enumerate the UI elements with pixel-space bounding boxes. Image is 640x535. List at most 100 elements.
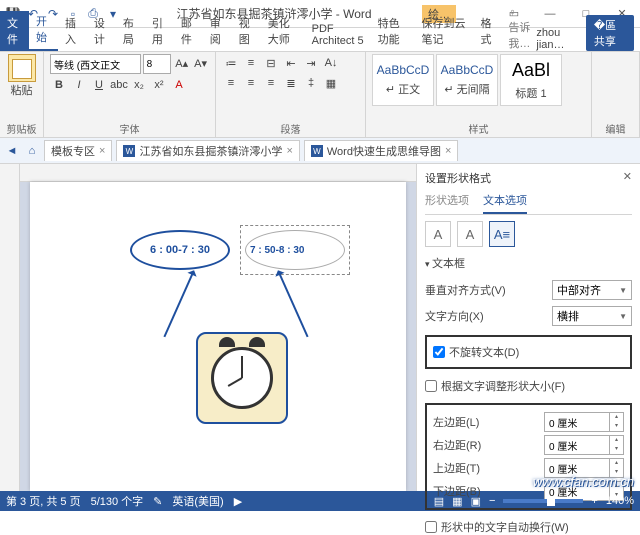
tab-view[interactable]: 视图: [232, 11, 261, 51]
indent-inc-icon[interactable]: ⇥: [302, 54, 320, 72]
italic-icon[interactable]: I: [70, 76, 88, 94]
vertical-ruler[interactable]: [0, 164, 20, 491]
autofit-checkbox[interactable]: 根据文字调整形状大小(F): [425, 378, 632, 394]
tab-review[interactable]: 审阅: [203, 11, 232, 51]
minimize-icon[interactable]: —: [532, 0, 568, 28]
shape-bubble-1[interactable]: 6 : 00-7 : 30: [130, 230, 230, 270]
textbox-icon[interactable]: A≡: [489, 221, 515, 247]
status-pages[interactable]: 第 3 页, 共 5 页: [6, 493, 81, 509]
shape-bubble-2-selected[interactable]: 7 : 50-8 : 30: [245, 230, 345, 270]
zoom-slider[interactable]: [503, 499, 583, 503]
group-styles: AaBbCcD↵ 正文 AaBbCcD↵ 无间隔 AaBl标题 1 样式: [366, 52, 592, 138]
valign-select[interactable]: 中部对齐▼: [552, 280, 632, 300]
doctab-school[interactable]: W江苏省如东县掘茶镇浒澪小学×: [116, 140, 299, 161]
paste-button[interactable]: 粘贴: [6, 54, 37, 98]
status-macro-icon[interactable]: ▶: [234, 495, 242, 508]
group-clipboard: 粘贴 剪贴板: [0, 52, 44, 138]
strike-icon[interactable]: abc: [110, 76, 128, 94]
text-effects-icon[interactable]: A: [457, 221, 483, 247]
tab-design[interactable]: 设计: [87, 11, 116, 51]
page[interactable]: 6 : 00-7 : 30 7 : 50-8 : 30: [30, 182, 406, 491]
close-icon[interactable]: ×: [445, 145, 451, 157]
zoom-level[interactable]: 140%: [606, 495, 634, 507]
align-left-icon[interactable]: ≡: [222, 74, 240, 92]
font-size-combo[interactable]: 8: [143, 54, 172, 74]
indent-dec-icon[interactable]: ⇤: [282, 54, 300, 72]
numbering-icon[interactable]: ≡: [242, 54, 260, 72]
horizontal-ruler[interactable]: [20, 164, 416, 182]
sup-icon[interactable]: x²: [150, 76, 168, 94]
tab-mailings[interactable]: 邮件: [174, 11, 203, 51]
shading-icon[interactable]: ▦: [322, 74, 340, 92]
direction-select[interactable]: 横排▼: [552, 306, 632, 326]
tab-insert[interactable]: 插入: [58, 11, 87, 51]
connector-arrow-1[interactable]: [163, 271, 194, 338]
style-nospacing[interactable]: AaBbCcD↵ 无间隔: [436, 54, 498, 106]
close-icon[interactable]: ×: [99, 145, 105, 157]
font-color-icon[interactable]: A: [170, 76, 188, 94]
sort-icon[interactable]: A↓: [322, 54, 340, 72]
tab-references[interactable]: 引用: [145, 11, 174, 51]
tab-file[interactable]: 文件: [0, 11, 29, 51]
view-read-icon[interactable]: ▤: [434, 495, 444, 508]
align-center-icon[interactable]: ≡: [242, 74, 260, 92]
highlighted-options: 不旋转文本(D): [425, 335, 632, 369]
underline-icon[interactable]: U: [90, 76, 108, 94]
justify-icon[interactable]: ≣: [282, 74, 300, 92]
dir-label: 文字方向(X): [425, 308, 546, 324]
tab-meihua[interactable]: 美化大师: [261, 11, 305, 51]
home-icon[interactable]: ⌂: [24, 143, 40, 159]
nav-back-icon[interactable]: ◄: [4, 143, 20, 159]
grow-font-icon[interactable]: A▴: [173, 54, 190, 72]
tab-cloud[interactable]: 保存到云笔记: [415, 11, 474, 51]
text-fill-icon[interactable]: A: [425, 221, 451, 247]
align-right-icon[interactable]: ≡: [262, 74, 280, 92]
doctab-mindmap[interactable]: WWord快速生成思维导图×: [304, 140, 459, 161]
font-name-combo[interactable]: 等线 (西文正文: [50, 54, 141, 74]
tab-home[interactable]: 开始: [29, 9, 58, 51]
pane-tabs: 形状选项 文本选项: [425, 190, 632, 215]
view-web-icon[interactable]: ▣: [471, 495, 481, 508]
pane-tab-text[interactable]: 文本选项: [483, 190, 527, 214]
pane-tab-shape[interactable]: 形状选项: [425, 190, 469, 214]
style-heading1[interactable]: AaBl标题 1: [500, 54, 562, 106]
shrink-font-icon[interactable]: A▾: [192, 54, 209, 72]
bold-icon[interactable]: B: [50, 76, 68, 94]
tab-format[interactable]: 格式: [473, 11, 502, 51]
share-button[interactable]: �區 共享: [586, 15, 634, 51]
document-canvas[interactable]: 6 : 00-7 : 30 7 : 50-8 : 30: [20, 164, 416, 491]
section-textbox[interactable]: 文本框: [425, 255, 632, 271]
margin-right-spinner[interactable]: 0 厘米▴▾: [544, 435, 624, 455]
doctab-templates[interactable]: 模板专区×: [44, 140, 112, 161]
status-language[interactable]: 英语(美国): [172, 493, 223, 509]
bullets-icon[interactable]: ≔: [222, 54, 240, 72]
wrap-checkbox[interactable]: 形状中的文字自动换行(W): [425, 519, 632, 535]
multilevel-icon[interactable]: ⊟: [262, 54, 280, 72]
pane-close-icon[interactable]: ✕: [623, 170, 632, 186]
tab-pdf[interactable]: PDF Architect 5: [305, 19, 371, 51]
tell-me[interactable]: ♀ 告诉我…: [502, 7, 530, 51]
format-shape-pane: 设置形状格式✕ 形状选项 文本选项 A A A≡ 文本框 垂直对齐方式(V)中部…: [416, 164, 640, 491]
connector-arrow-2[interactable]: [277, 271, 308, 338]
zoom-in-icon[interactable]: +: [591, 495, 597, 507]
ribbon: 粘贴 剪贴板 等线 (西文正文 8 A▴ A▾ B I U abc x₂ x² …: [0, 52, 640, 138]
margin-right-label: 右边距(R): [433, 437, 538, 453]
shape-clock[interactable]: [196, 332, 288, 424]
main-area: 6 : 00-7 : 30 7 : 50-8 : 30 设置形状格式✕ 形状选项…: [0, 164, 640, 491]
margin-left-spinner[interactable]: 0 厘米▴▾: [544, 412, 624, 432]
close-icon[interactable]: ×: [286, 145, 292, 157]
sub-icon[interactable]: x₂: [130, 76, 148, 94]
no-rotate-checkbox[interactable]: 不旋转文本(D): [433, 344, 624, 360]
user-name[interactable]: zhou jian…: [530, 27, 579, 51]
tab-special[interactable]: 特色功能: [371, 11, 415, 51]
status-spellcheck-icon[interactable]: ✎: [153, 495, 162, 508]
style-normal[interactable]: AaBbCcD↵ 正文: [372, 54, 434, 106]
line-spacing-icon[interactable]: ‡: [302, 74, 320, 92]
status-words[interactable]: 5/130 个字: [91, 493, 144, 509]
document-tabs: ◄ ⌂ 模板专区× W江苏省如东县掘茶镇浒澪小学× WWord快速生成思维导图×: [0, 138, 640, 164]
tab-layout[interactable]: 布局: [116, 11, 145, 51]
margin-left-label: 左边距(L): [433, 414, 538, 430]
view-print-icon[interactable]: ▦: [452, 495, 462, 508]
zoom-out-icon[interactable]: −: [489, 495, 495, 507]
paste-icon: [8, 54, 36, 82]
